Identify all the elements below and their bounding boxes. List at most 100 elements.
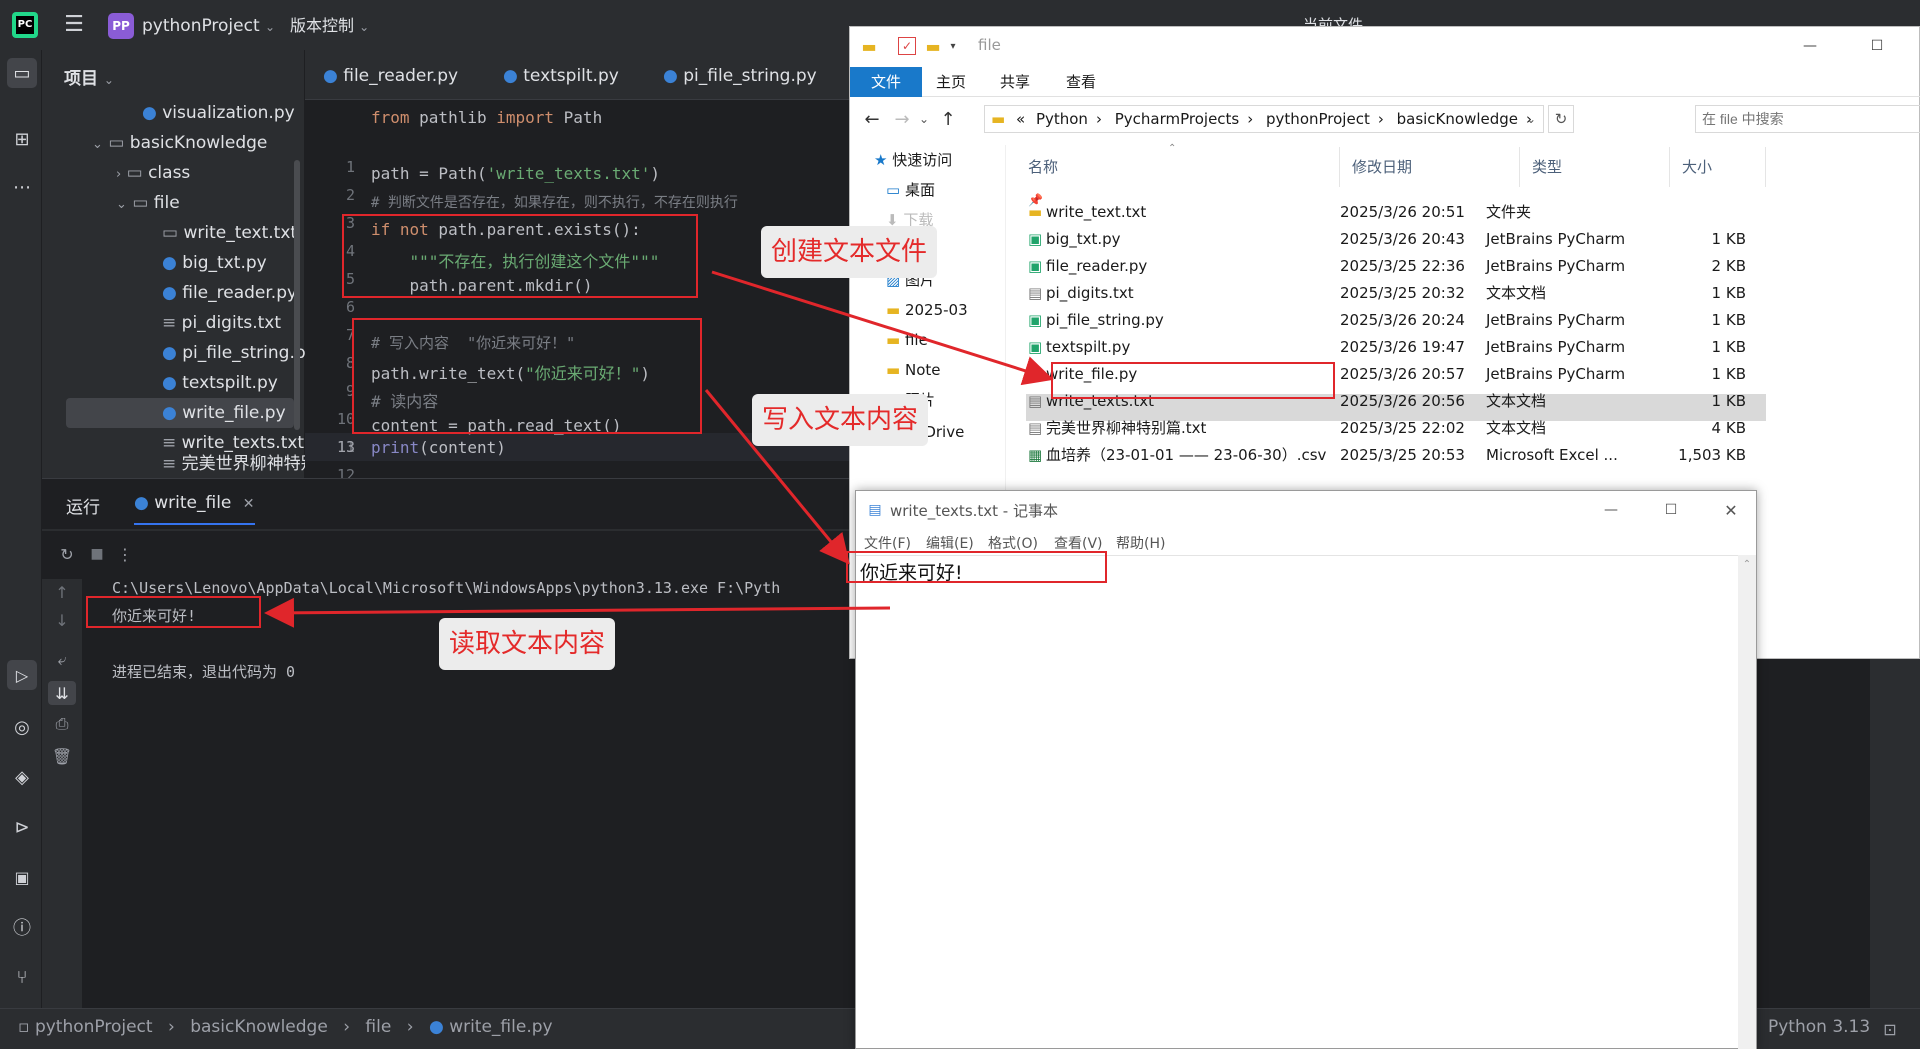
dropdown-arrow-icon[interactable]: ▾ [946,37,960,55]
ribbon-tab-home[interactable]: 主页 [936,67,966,97]
stop-icon[interactable]: ■ [86,543,108,565]
close-icon[interactable]: ✕ [1711,497,1751,523]
git-icon[interactable]: ⑂ [9,964,35,990]
project-name-dropdown[interactable]: pythonProject ⌄ [142,13,275,40]
trash-icon[interactable]: 🗑 [50,745,74,767]
close-icon[interactable]: ✕ [243,496,255,512]
breadcrumb-item[interactable]: write_file.py [449,1017,552,1037]
tree-item[interactable]: ● file_reader.py [162,278,297,308]
refresh-icon[interactable]: ↻ [1548,105,1574,133]
scroll-up-icon[interactable]: ⌃ [1740,557,1754,571]
checkbox-icon[interactable]: ✓ [898,37,916,55]
ribbon-tab-view[interactable]: 查看 [1066,67,1096,97]
file-row[interactable]: ▤ 完美世界柳神特别篇.txt 2025/3/25 22:02 文本文档 4 KB [1026,415,1766,442]
nav-item-quick-access[interactable]: ★ 快速访问 [874,145,952,175]
project-folder-icon[interactable]: ▭ [7,58,37,88]
menu-view[interactable]: 查看(V) [1054,533,1103,553]
tree-item[interactable]: ≡ 完美世界柳神特别 [162,454,318,474]
column-header-type[interactable]: 类型 [1520,147,1670,187]
search-box[interactable] [1695,105,1920,133]
file-row[interactable]: ▤ pi_digits.txt 2025/3/25 20:32 文本文档 1 KB [1026,280,1766,307]
rerun-icon[interactable]: ↻ [56,543,78,565]
maximize-icon[interactable]: ☐ [1651,497,1691,523]
path-segment[interactable]: basicKnowledge [1397,110,1518,128]
tree-item[interactable]: › ▭ class [116,158,190,188]
tree-item[interactable]: ≡ pi_digits.txt [162,308,281,338]
arrow-down-icon[interactable]: ↓ [50,609,74,631]
menu-file[interactable]: 文件(F) [864,533,911,553]
file-row[interactable]: ▣ big_txt.py 2025/3/26 20:43 JetBrains PyCh… [1026,226,1766,253]
nav-item-file[interactable]: ▬ file [886,325,928,355]
forward-arrow-icon[interactable]: → [890,107,914,131]
breadcrumb-item[interactable]: basicKnowledge [190,1017,328,1037]
maximize-icon[interactable]: ☐ [1862,33,1892,59]
tree-item[interactable]: ● pi_file_string.py [162,338,316,368]
main-menu-icon[interactable]: ☰ [62,12,86,37]
terminal-icon[interactable]: ▣ [9,864,35,890]
tree-item[interactable]: ⌄ ▭ basicKnowledge [92,128,267,158]
nav-item-desktop[interactable]: ▭ 桌面 [886,175,935,205]
file-row[interactable]: ▣ textspilt.py 2025/3/26 19:47 JetBrains Py… [1026,334,1766,361]
tree-item[interactable]: ● big_txt.py [162,248,267,278]
tree-item[interactable]: ⌄ ▭ file [116,188,180,218]
interpreter-status[interactable]: Python 3.13 [1768,1017,1870,1037]
column-header-size[interactable]: 大小 [1670,147,1766,187]
file-row[interactable]: ▣ pi_file_string.py 2025/3/26 20:24 JetBrai… [1026,307,1766,334]
python-console-icon[interactable]: ◎ [9,714,35,740]
tree-item-selected[interactable]: ● write_file.py [162,398,286,428]
breadcrumb-item[interactable]: pythonProject [35,1017,153,1037]
structure-icon[interactable]: ⊞ [9,126,35,152]
project-scrollbar[interactable] [294,160,300,430]
file-row[interactable]: ▦ 血培养（23-01-01 —— 23-06-30）.csv 2025/3/25 … [1026,442,1766,469]
problems-icon[interactable]: ⓘ [9,914,35,940]
lock-icon[interactable]: ⊡ [1880,1019,1900,1039]
nav-item-note[interactable]: ▬ Note [886,355,940,385]
tree-item[interactable]: ● textspilt.py [162,368,278,398]
file-size: 1 KB [1711,284,1746,302]
print-icon[interactable]: ⎙ [50,713,74,735]
more-tools-icon[interactable]: ⋯ [9,174,35,200]
file-row[interactable]: ▬ write_text.txt 2025/3/26 20:51 文件夹 [1026,199,1766,226]
ribbon-tab-file[interactable]: 文件 [850,67,922,97]
path-segment[interactable]: Python [1036,110,1088,128]
menu-edit[interactable]: 编辑(E) [926,533,974,553]
python-file-icon: ● [162,253,177,273]
services-icon[interactable]: ⊳ [9,814,35,840]
address-dropdown-icon[interactable]: ⌄ [1522,107,1540,131]
column-header-name[interactable]: 名称 [1016,147,1340,187]
project-panel-title[interactable]: 项目 ⌄ [64,64,114,89]
more-options-icon[interactable]: ⋮ [114,543,136,565]
tree-item[interactable]: ▭ write_text.txt [162,218,297,248]
nav-item-2025-03[interactable]: ▬ 2025-03 [886,295,968,325]
tree-item-label: file_reader.py [182,283,298,303]
recent-dropdown-icon[interactable]: ⌄ [916,107,932,131]
ribbon-tab-share[interactable]: 共享 [1000,67,1030,97]
address-bar[interactable]: ▬ « Python › PycharmProjects › pythonProje… [984,105,1544,133]
back-arrow-icon[interactable]: ← [860,107,884,131]
tree-item-label: textspilt.py [182,373,278,393]
file-size: 1 KB [1711,230,1746,248]
file-row[interactable]: ▣ file_reader.py 2025/3/25 22:36 JetBrains … [1026,253,1766,280]
minimize-icon[interactable]: — [1591,497,1631,523]
menu-format[interactable]: 格式(O) [988,533,1038,553]
search-input[interactable] [1696,106,1906,132]
tree-item[interactable]: ● visualization.py [142,98,295,128]
menu-help[interactable]: 帮助(H) [1116,533,1165,553]
path-segment[interactable]: PycharmProjects [1115,110,1240,128]
path-segment[interactable]: pythonProject [1266,110,1370,128]
breadcrumb-item[interactable]: file [365,1017,391,1037]
minimize-icon[interactable]: — [1795,33,1825,59]
vcs-dropdown[interactable]: 版本控制 ⌄ [290,13,369,40]
scroll-to-end-icon[interactable]: ⇊ [48,681,76,705]
arrow-up-icon[interactable]: ↑ [50,581,74,603]
soft-wrap-icon[interactable]: ⤶ [50,649,74,671]
notepad-text-area[interactable]: 你近来可好! [856,555,1738,1049]
column-header-date[interactable]: 修改日期 [1340,147,1520,187]
up-arrow-icon[interactable]: ↑ [936,107,960,131]
layers-icon[interactable]: ◈ [9,764,35,790]
explorer-titlebar: ▬ ✓ ▬ ▾ file — ☐ [850,27,1920,67]
run-tab[interactable]: ● write_file ✕ [134,493,255,525]
run-tool-icon[interactable]: ▷ [7,660,37,690]
notepad-scrollbar[interactable]: ⌃ [1738,555,1756,1049]
project-badge[interactable]: PP [108,13,134,39]
